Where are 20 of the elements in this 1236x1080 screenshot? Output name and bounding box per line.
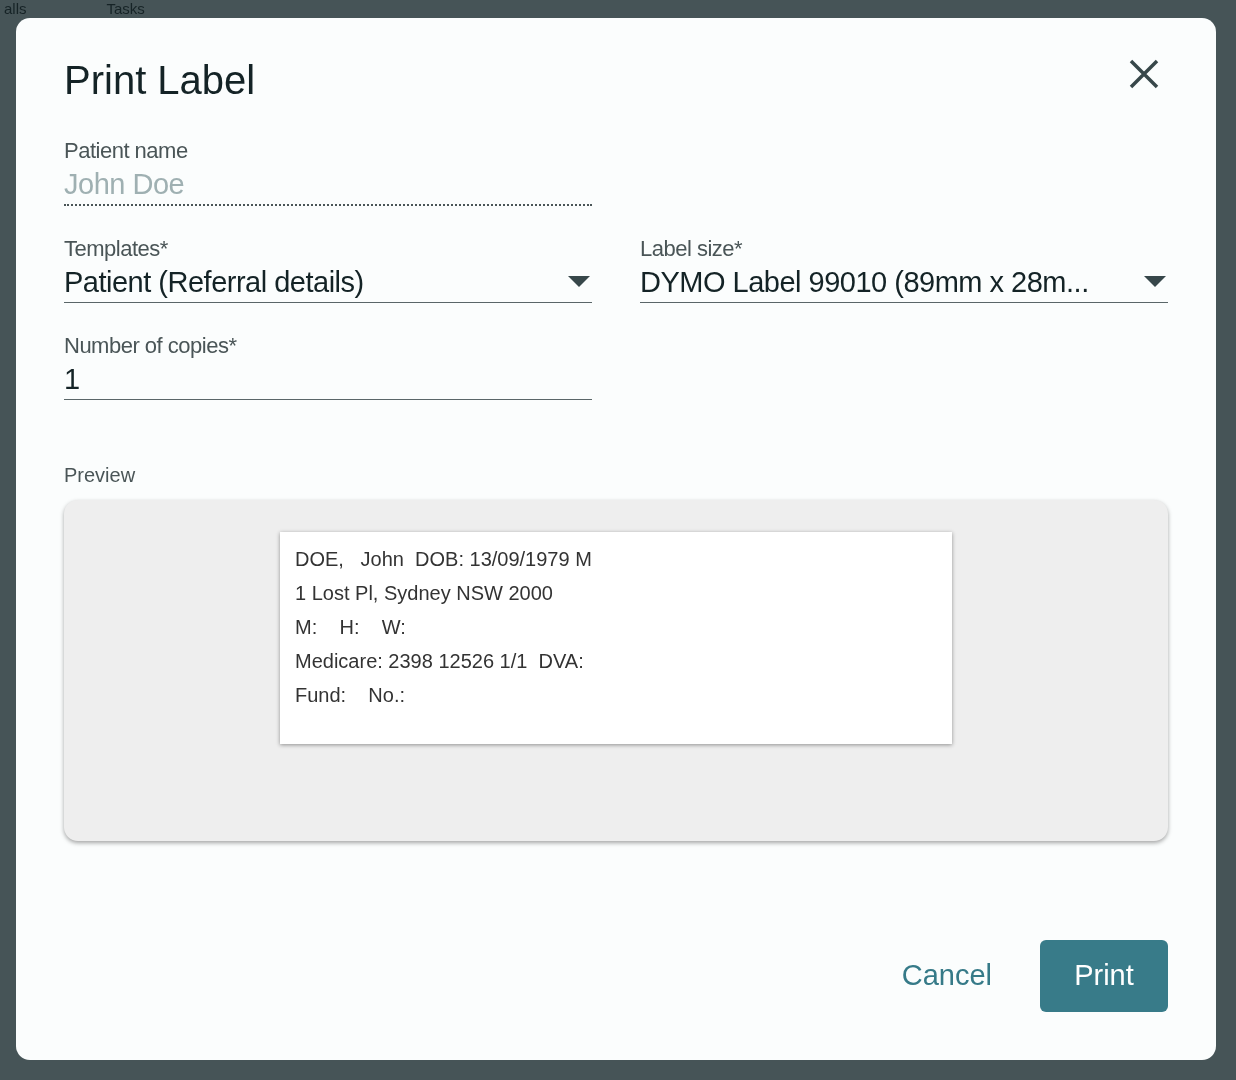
label-text-line: M: H: W:: [295, 615, 407, 640]
field-label: Number of copies*: [64, 333, 238, 359]
preview-label: Preview: [64, 463, 137, 488]
input-field[interactable]: 1: [64, 359, 592, 400]
field-label: Templates*: [64, 236, 169, 262]
caret-icon: [1144, 276, 1166, 288]
dropdown-field[interactable]: DYMO Label 99010 (89mm x 28m...: [640, 262, 1168, 303]
label-text-line: Medicare: 2398 12526 1/1 DVA:: [295, 649, 585, 674]
dropdown-field[interactable]: Patient (Referral details): [64, 262, 592, 303]
field-label: Label size*: [640, 236, 744, 262]
caret-icon: [568, 276, 590, 288]
close-icon[interactable]: [1128, 58, 1160, 90]
field-label: Patient name: [64, 138, 189, 164]
dialog-title: Print Label: [64, 57, 256, 104]
label-text-line: 1 Lost Pl, Sydney NSW 2000: [295, 581, 554, 606]
print-button[interactable]: Print: [1040, 940, 1168, 1012]
cancel-button[interactable]: Cancel: [901, 954, 992, 998]
label-text-line: Fund: No.:: [295, 683, 407, 708]
label-text-line: DOE, John DOB: 13/09/1979 M: [295, 547, 593, 572]
name-field: John Doe: [64, 164, 592, 206]
